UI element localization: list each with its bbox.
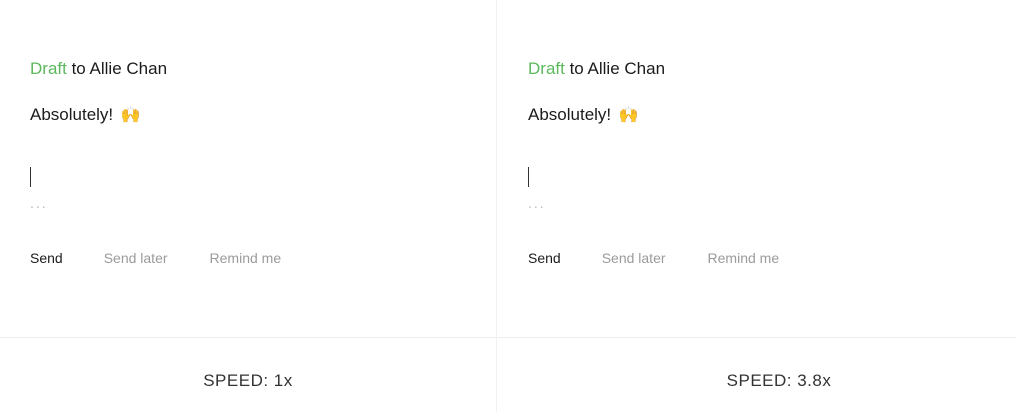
raising-hands-icon: 🙌 [120, 105, 141, 124]
recipient-text: to Allie Chan [564, 59, 666, 78]
send-button[interactable]: Send [30, 249, 63, 267]
speed-label-left: SPEED: 1x [203, 371, 293, 390]
draft-header: Draft to Allie Chan [30, 58, 167, 80]
composer-card-row: Draft to Allie Chan Absolutely! 🙌 ... Se… [0, 0, 1016, 338]
message-text: Absolutely! [30, 105, 114, 124]
center-divider [496, 0, 497, 412]
more-options-icon[interactable]: ... [528, 196, 546, 210]
comparison-stage: Draft to Allie Chan Absolutely! 🙌 ... Se… [0, 0, 1016, 412]
composer-pane-left: Draft to Allie Chan Absolutely! 🙌 ... Se… [0, 0, 496, 338]
raising-hands-icon: 🙌 [618, 105, 639, 124]
send-later-button[interactable]: Send later [602, 249, 666, 267]
speed-label-right: SPEED: 3.8x [726, 371, 832, 390]
message-body[interactable]: Absolutely! 🙌 [30, 104, 141, 126]
draft-header: Draft to Allie Chan [528, 58, 665, 80]
remind-me-button[interactable]: Remind me [708, 249, 780, 267]
draft-label: Draft [528, 59, 565, 78]
message-text: Absolutely! [528, 105, 612, 124]
send-button[interactable]: Send [528, 249, 561, 267]
send-later-button[interactable]: Send later [104, 249, 168, 267]
more-options-icon[interactable]: ... [30, 196, 48, 210]
text-cursor [30, 167, 31, 187]
text-cursor [528, 167, 529, 187]
draft-label: Draft [30, 59, 67, 78]
composer-actions: Send Send later Remind me [30, 249, 281, 267]
recipient-text: to Allie Chan [66, 59, 168, 78]
composer-pane-right: Draft to Allie Chan Absolutely! 🙌 ... Se… [498, 0, 994, 338]
composer-actions: Send Send later Remind me [528, 249, 779, 267]
remind-me-button[interactable]: Remind me [210, 249, 282, 267]
message-body[interactable]: Absolutely! 🙌 [528, 104, 639, 126]
